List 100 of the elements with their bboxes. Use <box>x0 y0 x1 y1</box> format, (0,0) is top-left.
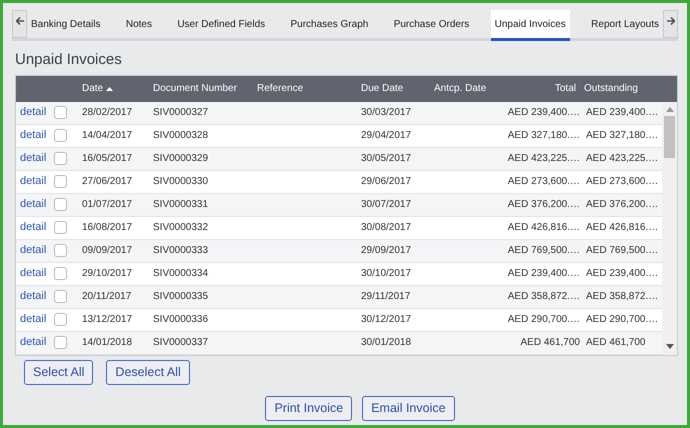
table-cell: SIV0000337 <box>153 337 208 348</box>
invoice-action-button[interactable]: Email Invoice <box>362 396 455 420</box>
table-cell: AED 239,400.… <box>586 268 658 279</box>
table-cell: 14/01/2018 <box>82 337 132 348</box>
table-cell: 30/12/2017 <box>361 314 412 325</box>
row-checkbox[interactable] <box>54 290 67 303</box>
scrollbar[interactable] <box>662 102 677 354</box>
table-cell: SIV0000329 <box>153 153 208 164</box>
table-cell: AED 769,500.… <box>508 245 580 256</box>
column-header[interactable]: Due Date <box>361 81 404 96</box>
table-cell: SIV0000327 <box>153 107 208 118</box>
tab[interactable]: Banking Details <box>27 10 104 38</box>
detail-link[interactable]: detail <box>20 175 46 188</box>
table-cell: AED 376,200.… <box>508 199 580 210</box>
row-checkbox[interactable] <box>54 221 67 234</box>
tab[interactable]: Unpaid Invoices <box>490 10 570 41</box>
detail-link[interactable]: detail <box>20 152 46 164</box>
table-cell: 13/12/2017 <box>82 314 132 325</box>
scroll-up-icon[interactable] <box>666 106 674 112</box>
row-checkbox[interactable] <box>54 175 67 188</box>
table-cell: 16/08/2017 <box>82 222 132 233</box>
row-checkbox[interactable] <box>54 129 67 142</box>
table-cell: SIV0000334 <box>153 268 208 279</box>
table-cell: AED 239,400.… <box>508 268 580 279</box>
row-checkbox[interactable] <box>54 244 67 257</box>
left-arrow-icon <box>16 17 24 25</box>
tab[interactable]: Notes <box>122 10 156 38</box>
detail-link[interactable]: detail <box>20 221 46 234</box>
column-header[interactable]: Reference <box>257 81 304 96</box>
detail-link[interactable]: detail <box>20 290 46 302</box>
table-cell: 30/07/2017 <box>361 199 412 210</box>
table-cell: 30/08/2017 <box>361 222 412 233</box>
table-cell: 29/10/2017 <box>82 268 132 279</box>
table-cell: SIV0000335 <box>153 291 208 302</box>
detail-link[interactable]: detail <box>20 244 46 256</box>
tab[interactable]: Purchase Orders <box>390 10 474 38</box>
table-cell: 01/07/2017 <box>82 199 132 210</box>
table-cell: 30/03/2017 <box>361 107 412 118</box>
column-header[interactable]: Outstanding <box>584 81 638 96</box>
table-cell: AED 290,700.… <box>586 314 658 325</box>
detail-link[interactable]: detail <box>20 106 46 118</box>
table-cell: SIV0000330 <box>153 176 208 187</box>
column-header[interactable]: Total <box>554 81 576 96</box>
invoice-action-button[interactable]: Print Invoice <box>265 396 352 420</box>
table-cell: AED 273,600.… <box>508 176 580 187</box>
column-header[interactable]: Document Number <box>153 81 237 96</box>
selection-button[interactable]: Deselect All <box>106 360 190 384</box>
scroll-down-icon[interactable] <box>666 344 674 348</box>
row-checkbox[interactable] <box>54 267 67 280</box>
table-cell: AED 426,816.… <box>508 222 580 233</box>
table-cell: AED 461,700 <box>586 337 646 348</box>
column-header[interactable]: Antcp. Date <box>434 81 486 96</box>
table-cell: 29/09/2017 <box>361 245 412 256</box>
table-cell: 30/01/2018 <box>361 337 412 348</box>
table-cell: AED 239,400.… <box>508 107 580 118</box>
tab[interactable]: Purchases Graph <box>286 10 372 38</box>
table-cell: AED 358,872.… <box>586 291 658 302</box>
tab[interactable]: User Defined Fields <box>173 10 270 38</box>
detail-link[interactable]: detail <box>20 198 46 210</box>
sort-ascending-icon <box>106 86 114 90</box>
detail-link[interactable]: detail <box>20 313 46 326</box>
row-checkbox[interactable] <box>54 106 67 119</box>
table-cell: SIV0000333 <box>153 245 208 256</box>
table-cell: 16/05/2017 <box>82 153 132 164</box>
table-cell: AED 423,225.… <box>508 153 580 164</box>
column-header[interactable]: Date <box>82 81 114 96</box>
scroll-right-button[interactable] <box>663 10 678 38</box>
table-cell: 28/02/2017 <box>82 107 132 118</box>
table-cell: 29/06/2017 <box>361 176 412 187</box>
table-cell: 09/09/2017 <box>82 245 132 256</box>
table-cell: 14/04/2017 <box>82 130 132 141</box>
table-cell: AED 239,400.… <box>586 107 658 118</box>
table-cell: AED 461,700 <box>520 337 580 348</box>
table-cell: AED 290,700.… <box>508 314 580 325</box>
table-cell: SIV0000331 <box>153 199 208 210</box>
table-cell: AED 769,500.… <box>586 245 658 256</box>
scroll-left-button[interactable] <box>12 10 27 38</box>
table-cell: AED 327,180.… <box>586 130 658 141</box>
table-cell: AED 376,200.… <box>586 199 658 210</box>
table-cell: AED 327,180.… <box>508 130 580 141</box>
scrollbar-thumb[interactable] <box>664 116 675 158</box>
table-cell: AED 426,816.… <box>586 222 658 233</box>
detail-link[interactable]: detail <box>20 336 46 348</box>
table-cell: AED 423,225.… <box>586 153 658 164</box>
selection-button[interactable]: Select All <box>24 360 94 384</box>
detail-link[interactable]: detail <box>20 129 46 142</box>
row-checkbox[interactable] <box>54 152 67 165</box>
table-cell: 30/10/2017 <box>361 268 412 279</box>
row-checkbox[interactable] <box>54 198 67 211</box>
table-cell: SIV0000332 <box>153 222 208 233</box>
row-checkbox[interactable] <box>54 336 67 349</box>
row-checkbox[interactable] <box>54 313 67 326</box>
table-cell: SIV0000328 <box>153 130 208 141</box>
section-title: Unpaid Invoices <box>15 50 122 70</box>
table-cell: 29/11/2017 <box>361 291 410 302</box>
tab[interactable]: Report Layouts <box>587 10 663 38</box>
table-cell: 20/11/2017 <box>82 291 132 302</box>
table-cell: SIV0000336 <box>153 314 208 325</box>
detail-link[interactable]: detail <box>20 267 46 280</box>
table-cell: AED 273,600.… <box>586 176 658 187</box>
